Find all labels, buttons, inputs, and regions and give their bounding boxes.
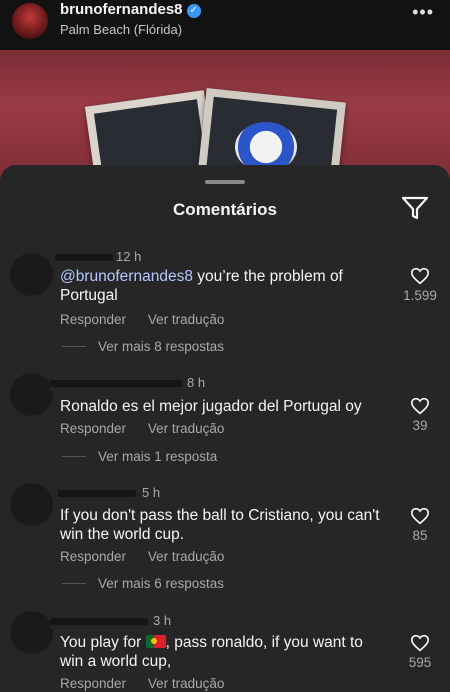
commenter-avatar[interactable] — [10, 611, 53, 654]
post-username[interactable]: brunofernandes8 ✓ — [60, 1, 201, 18]
comment-actions: Responder Ver tradução — [60, 549, 224, 564]
post-location[interactable]: Palm Beach (Flórida) — [60, 22, 182, 37]
mention-link[interactable]: @brunofernandes8 — [60, 268, 193, 285]
replies-divider — [62, 346, 86, 347]
translate-button[interactable]: Ver tradução — [148, 312, 225, 327]
sheet-title: Comentários — [173, 200, 277, 219]
comment-text: You play for , pass ronaldo, if you want… — [60, 634, 363, 670]
comment-actions: Responder Ver tradução — [60, 421, 224, 436]
view-replies-button[interactable]: Ver mais 6 respostas — [62, 576, 224, 591]
profile-avatar[interactable] — [12, 3, 48, 39]
commenter-avatar[interactable] — [10, 373, 53, 416]
reply-button[interactable]: Responder — [60, 676, 126, 691]
view-replies-button[interactable]: Ver mais 8 respostas — [62, 339, 224, 354]
comment-text: If you don't pass the ball to Cristiano,… — [60, 507, 380, 543]
username-text[interactable]: brunofernandes8 — [60, 1, 183, 18]
view-replies-button[interactable]: Ver mais 1 resposta — [62, 449, 217, 464]
comment-text: Ronaldo es el mejor jugador del Portugal… — [60, 398, 362, 415]
commenter-username-redacted[interactable] — [58, 485, 142, 501]
like-count: 39 — [412, 418, 428, 433]
post-header: brunofernandes8 ✓ Palm Beach (Flórida) ••… — [0, 0, 450, 50]
comment-actions: Responder Ver tradução — [60, 676, 224, 691]
heart-icon[interactable] — [410, 397, 430, 415]
commenter-username-redacted[interactable] — [55, 249, 117, 265]
replies-divider — [62, 456, 86, 457]
comment-time: 12 h — [116, 249, 142, 264]
like-count: 1.599 — [403, 288, 437, 303]
portugal-flag-icon — [145, 635, 166, 648]
reply-button[interactable]: Responder — [60, 421, 126, 436]
heart-icon[interactable] — [410, 634, 430, 652]
verified-badge-icon: ✓ — [186, 4, 201, 18]
commenter-username-redacted[interactable] — [50, 613, 154, 629]
like-control[interactable]: 1.599 — [400, 267, 440, 303]
comment-text: @brunofernandes8 you’re the problem of P… — [60, 268, 343, 304]
drag-handle[interactable] — [205, 180, 245, 184]
like-control[interactable]: 595 — [400, 634, 440, 670]
comment-time: 3 h — [153, 613, 172, 628]
filter-icon[interactable] — [400, 195, 430, 221]
translate-button[interactable]: Ver tradução — [148, 421, 225, 436]
reply-button[interactable]: Responder — [60, 312, 126, 327]
like-control[interactable]: 39 — [400, 397, 440, 433]
commenter-avatar[interactable] — [10, 483, 53, 526]
translate-button[interactable]: Ver tradução — [148, 676, 225, 691]
replies-divider — [62, 583, 86, 584]
commenter-username-redacted[interactable] — [50, 375, 190, 391]
comment-time: 5 h — [142, 485, 161, 500]
comments-sheet: Comentários 12 h @brunofernandes8 you’re… — [0, 165, 450, 692]
like-count: 595 — [408, 655, 432, 670]
heart-icon[interactable] — [410, 507, 430, 525]
comment-time: 8 h — [187, 375, 206, 390]
more-horizontal-icon[interactable]: ••• — [412, 2, 434, 23]
like-control[interactable]: 85 — [400, 507, 440, 543]
like-count: 85 — [412, 528, 428, 543]
heart-icon[interactable] — [410, 267, 430, 285]
reply-button[interactable]: Responder — [60, 549, 126, 564]
commenter-avatar[interactable] — [10, 253, 53, 296]
comment-actions: Responder Ver tradução — [60, 312, 224, 327]
translate-button[interactable]: Ver tradução — [148, 549, 225, 564]
